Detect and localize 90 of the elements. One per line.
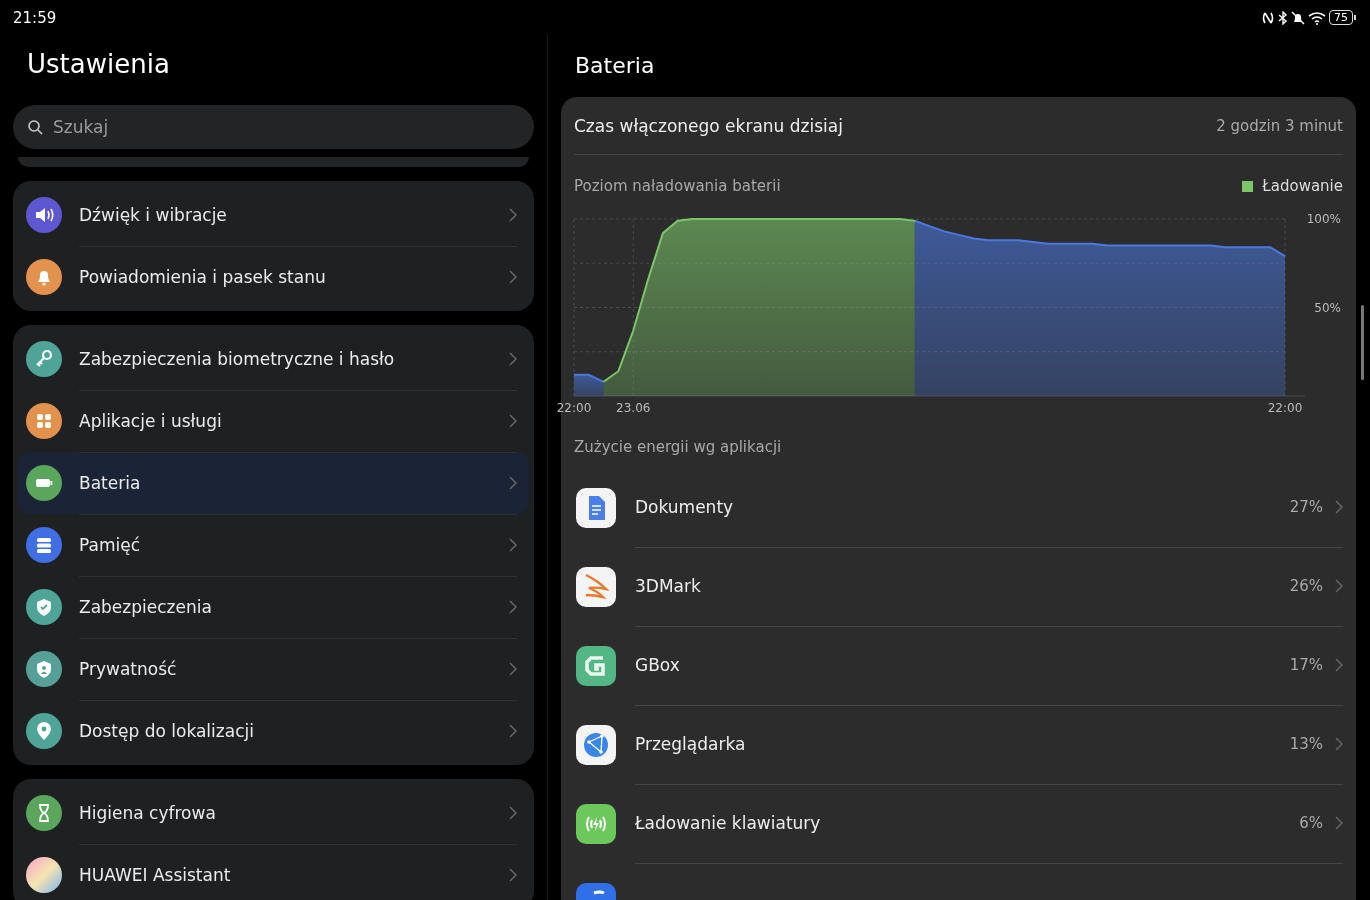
- settings-label: Zabezpieczenia biometryczne i hasło: [79, 348, 395, 369]
- app-name: 3DMark: [635, 576, 701, 596]
- settings-item[interactable]: Pamięć: [18, 514, 529, 576]
- sound-icon: [26, 197, 62, 233]
- settings-label: Higiena cyfrowa: [79, 802, 216, 823]
- chevron-icon: [509, 805, 517, 820]
- status-time: 21:59: [13, 8, 57, 27]
- chevron-icon: [509, 661, 517, 676]
- chevron-icon: [509, 270, 517, 284]
- nfc-icon: [1261, 10, 1275, 25]
- assistant-icon: [26, 857, 62, 893]
- settings-item[interactable]: HUAWEI Assistant: [18, 844, 529, 900]
- app-icon: [576, 487, 616, 528]
- usage-percent: 26%: [1289, 577, 1323, 595]
- settings-item[interactable]: Zabezpieczenia: [18, 576, 529, 638]
- usage-percent: 6%: [1299, 814, 1323, 832]
- axis-tick-label: 100%: [1306, 212, 1341, 226]
- app-usage-item[interactable]: Dokumenty 27%: [574, 468, 1343, 547]
- app-usage-item[interactable]: Przeglądarka 13%: [574, 705, 1343, 784]
- chevron-icon: [509, 413, 517, 428]
- app-name: Przeglądarka: [635, 734, 746, 754]
- axis-tick-label: 22:00: [1267, 401, 1303, 415]
- search-icon: [27, 119, 43, 135]
- location-icon: [26, 713, 62, 749]
- axis-tick-label: 23.06: [616, 401, 651, 415]
- usage-percent: 27%: [1289, 498, 1323, 516]
- search-input[interactable]: Szukaj: [51, 116, 520, 138]
- section-title: Zużycie energii wg aplikacji: [574, 438, 783, 458]
- app-icon: [576, 803, 616, 844]
- settings-label: Prywatność: [79, 658, 177, 679]
- bluetooth-icon: [1278, 10, 1288, 25]
- settings-item[interactable]: Higiena cyfrowa: [18, 782, 529, 844]
- shield-icon: [26, 589, 62, 625]
- chevron-icon: [509, 537, 517, 552]
- settings-item[interactable]: Dostęp do lokalizacji: [18, 700, 529, 762]
- wifi-icon: [1308, 10, 1326, 25]
- chevron-icon: [1335, 579, 1343, 593]
- settings-label: Aplikacje i usługi: [79, 410, 222, 431]
- chevron-icon: [509, 724, 517, 738]
- storage-icon: [26, 527, 62, 563]
- app-icon: [576, 724, 616, 765]
- usage-percent: 17%: [1289, 656, 1323, 674]
- legend-label: Ładowanie: [1262, 177, 1343, 195]
- settings-label: Bateria: [79, 472, 141, 493]
- settings-label: HUAWEI Assistant: [79, 865, 231, 885]
- settings-item[interactable]: Zabezpieczenia biometryczne i hasło: [18, 328, 529, 390]
- settings-item[interactable]: Dźwięk i wibracje: [18, 184, 529, 246]
- app-usage-item[interactable]: Ładowanie klawiatury 6%: [574, 784, 1343, 863]
- axis-tick-label: 22:00: [556, 401, 592, 415]
- page-title: Ustawienia: [27, 49, 171, 81]
- usage-percent: 13%: [1289, 735, 1323, 753]
- app-icon: [576, 566, 616, 607]
- settings-item[interactable]: Powiadomienia i pasek stanu: [18, 246, 529, 308]
- battery-indicator: 75: [1329, 10, 1353, 25]
- search-field[interactable]: Szukaj: [13, 105, 534, 149]
- chevron-icon: [509, 475, 517, 490]
- settings-label: Pamięć: [79, 534, 140, 555]
- chevron-icon: [509, 207, 517, 222]
- chevron-icon: [509, 868, 517, 882]
- chevron-icon: [1335, 816, 1343, 830]
- settings-item[interactable]: Bateria: [18, 452, 529, 514]
- app-icon: [576, 645, 616, 686]
- screen-time-value: 2 godzin 3 minut: [1216, 116, 1343, 135]
- settings-item[interactable]: Prywatność: [18, 638, 529, 700]
- bell-icon: [26, 259, 62, 295]
- settings-label: Dźwięk i wibracje: [79, 204, 227, 225]
- settings-item[interactable]: Aplikacje i usługi: [18, 390, 529, 452]
- axis-tick-label: 50%: [1314, 300, 1341, 315]
- apps-icon: [26, 403, 62, 439]
- screen-time-label: Czas włączonego ekranu dzisiaj: [574, 115, 843, 136]
- battery-icon: [26, 465, 62, 501]
- hourglass-icon: [26, 795, 62, 831]
- settings-label: Dostęp do lokalizacji: [79, 721, 254, 741]
- chart-title: Poziom naładowania baterii: [574, 177, 781, 195]
- settings-label: Zabezpieczenia: [79, 596, 212, 617]
- app-name: Ładowanie klawiatury: [635, 813, 821, 833]
- privacy-icon: [26, 651, 62, 687]
- chevron-icon: [509, 351, 517, 366]
- page-title: Bateria: [575, 53, 656, 80]
- app-usage-item[interactable]: 3DMark 26%: [574, 547, 1343, 626]
- chevron-icon: [1335, 500, 1343, 514]
- muted-bell-icon: [1291, 10, 1305, 25]
- chevron-icon: [1335, 737, 1343, 751]
- app-usage-item[interactable]: GBox 17%: [574, 626, 1343, 705]
- app-name: GBox: [635, 655, 680, 675]
- chevron-icon: [1335, 658, 1343, 672]
- settings-label: Powiadomienia i pasek stanu: [79, 267, 326, 287]
- key-icon: [26, 341, 62, 377]
- app-name: Dokumenty: [635, 497, 734, 517]
- chevron-icon: [509, 599, 517, 614]
